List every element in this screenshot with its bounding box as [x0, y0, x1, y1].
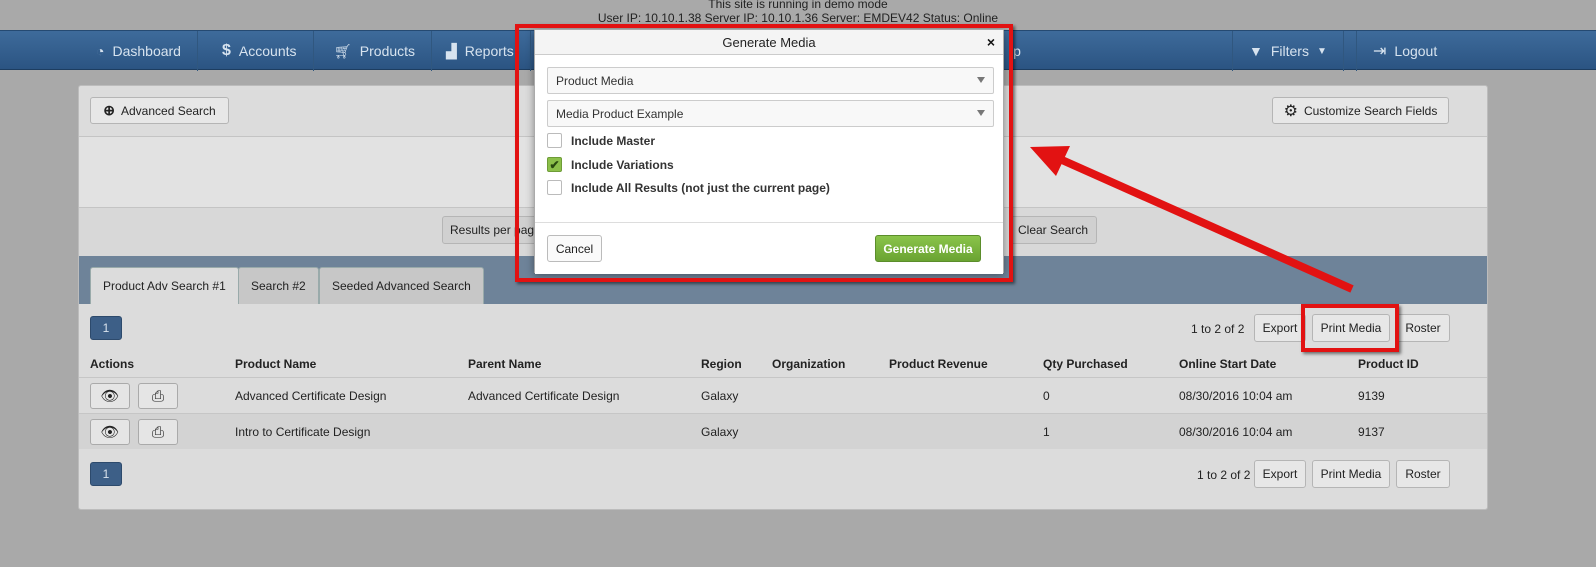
start-date-cell: 08/30/2016 10:04 am [1179, 389, 1293, 403]
nav-dashboard-label: Dashboard [112, 43, 181, 59]
parent-name-cell: Advanced Certificate Design [468, 389, 620, 403]
tab-label: Seeded Advanced Search [332, 279, 471, 293]
product-id-cell: 9137 [1358, 425, 1385, 439]
print-media-button-bottom[interactable]: Print Media [1312, 460, 1390, 488]
dollar-icon: $ [222, 42, 231, 59]
col-header-parent-name[interactable]: Parent Name [468, 357, 541, 371]
chevron-down-icon: ▼ [1316, 45, 1327, 57]
result-count-top: 1 to 2 of 2 [1191, 322, 1245, 336]
export-label: Export [1262, 321, 1298, 335]
roster-label: Roster [1405, 467, 1441, 481]
advanced-search-label: Advanced Search [121, 103, 216, 118]
tab-label: Product Adv Search #1 [103, 279, 226, 293]
advanced-search-button[interactable]: ⊕ Advanced Search [90, 97, 229, 124]
zoom-in-icon: ⊕ [103, 102, 115, 118]
tab-seeded-advanced-search[interactable]: Seeded Advanced Search [319, 267, 484, 304]
export-button-top[interactable]: Export [1254, 314, 1306, 342]
nav-dashboard[interactable]: ◔ Dashboard [80, 31, 198, 71]
page-number: 1 [102, 321, 110, 335]
export-button-bottom[interactable]: Export [1254, 460, 1306, 488]
col-header-qty-purchased[interactable]: Qty Purchased [1043, 357, 1128, 371]
eye-icon: 👁︎ [100, 388, 120, 405]
roster-button-top[interactable]: Roster [1396, 314, 1450, 342]
nav-reports-label: Reports [464, 43, 514, 59]
qty-cell: 1 [1043, 425, 1050, 439]
product-name-cell: Intro to Certificate Design [235, 425, 371, 439]
nav-logout[interactable]: ⇥ Logout [1356, 31, 1453, 71]
nav-accounts[interactable]: $ Accounts [206, 31, 314, 71]
nav-products-label: Products [359, 43, 416, 59]
tab-search-2[interactable]: Search #2 [238, 267, 319, 304]
clear-search-label: Clear Search [1017, 223, 1089, 237]
print-button[interactable]: ⎙ [138, 419, 178, 445]
qty-cell: 0 [1043, 389, 1050, 403]
dialog-highlight-box [515, 24, 1013, 282]
customize-fields-label: Customize Search Fields [1303, 103, 1438, 118]
filter-funnel-icon: ▼ [1249, 43, 1263, 59]
eye-icon: 👁︎ [100, 424, 120, 441]
page-1-button-top[interactable]: 1 [90, 316, 122, 340]
col-header-product-name[interactable]: Product Name [235, 357, 316, 371]
nav-filters[interactable]: ▼ Filters ▼ [1232, 31, 1344, 71]
server-info-text: User IP: 10.10.1.38 Server IP: 10.10.1.3… [597, 11, 999, 25]
product-id-cell: 9139 [1358, 389, 1385, 403]
printer-icon: ⎙ [151, 387, 164, 405]
view-button[interactable]: 👁︎ [90, 419, 130, 445]
customize-search-fields-button[interactable]: ⚙ Customize Search Fields [1272, 97, 1449, 124]
tab-product-adv-search-1[interactable]: Product Adv Search #1 [90, 267, 239, 304]
col-header-online-start-date[interactable]: Online Start Date [1179, 357, 1276, 371]
print-button[interactable]: ⎙ [138, 383, 178, 409]
page-1-button-bottom[interactable]: 1 [90, 462, 122, 486]
region-cell: Galaxy [701, 389, 739, 403]
gear-icon: ⚙ [1283, 102, 1298, 120]
col-header-region[interactable]: Region [701, 357, 742, 371]
col-header-product-id[interactable]: Product ID [1358, 357, 1419, 371]
printer-icon: ⎙ [151, 423, 164, 441]
start-date-cell: 08/30/2016 10:04 am [1179, 425, 1293, 439]
region-cell: Galaxy [701, 425, 739, 439]
nav-accounts-label: Accounts [238, 43, 297, 59]
nav-products[interactable]: 🛒︎ Products [318, 31, 433, 71]
col-header-organization[interactable]: Organization [772, 357, 845, 371]
roster-label: Roster [1405, 321, 1441, 335]
page-number: 1 [102, 467, 110, 481]
product-name-cell: Advanced Certificate Design [235, 389, 387, 403]
roster-button-bottom[interactable]: Roster [1396, 460, 1450, 488]
print-media-highlight-box [1301, 304, 1399, 352]
dashboard-gauge-icon: ◔ [96, 43, 105, 59]
col-header-product-revenue[interactable]: Product Revenue [889, 357, 988, 371]
nav-logout-label: Logout [1394, 43, 1438, 59]
nav-filters-label: Filters [1270, 43, 1309, 59]
cart-icon: 🛒︎ [334, 42, 352, 59]
bar-chart-icon: ▟ [446, 42, 457, 59]
table-row: 👁︎ ⎙ Intro to Certificate Design Galaxy … [79, 413, 1487, 449]
clear-search-button[interactable]: Clear Search [1009, 216, 1097, 244]
col-header-actions[interactable]: Actions [90, 357, 134, 371]
print-media-label: Print Media [1320, 467, 1382, 481]
export-label: Export [1262, 467, 1298, 481]
result-count-bottom: 1 to 2 of 2 [1197, 468, 1251, 482]
logout-icon: ⇥ [1373, 43, 1387, 60]
table-row: 👁︎ ⎙ Advanced Certificate Design Advance… [79, 377, 1487, 413]
tab-label: Search #2 [251, 279, 306, 293]
demo-mode-text: This site is running in demo mode [708, 0, 888, 11]
view-button[interactable]: 👁︎ [90, 383, 130, 409]
